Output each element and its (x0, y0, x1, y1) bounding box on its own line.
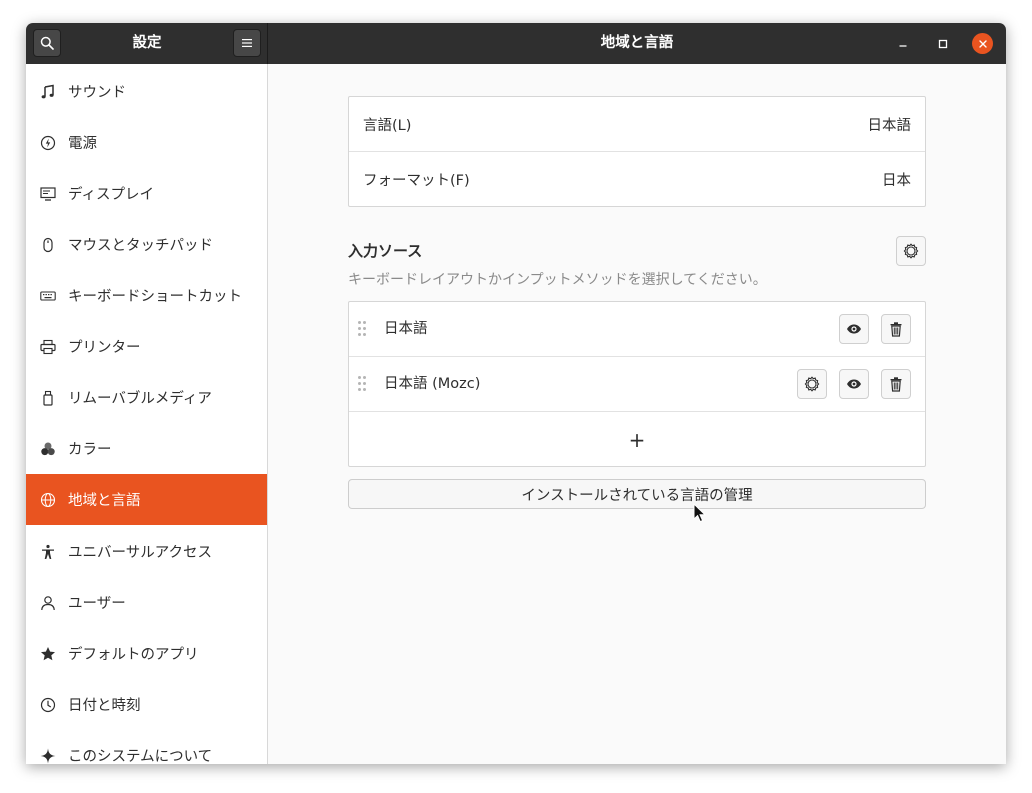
sidebar-item-label: プリンター (68, 340, 141, 356)
sidebar-item-mouse[interactable]: マウスとタッチパッド (26, 219, 267, 270)
maximize-icon (938, 39, 947, 48)
sidebar-item-printers[interactable]: プリンター (26, 321, 267, 372)
music-note-icon (40, 84, 56, 100)
formats-row[interactable]: フォーマット(F) 日本 (349, 152, 925, 207)
sparkle-icon (40, 748, 56, 764)
main-content: 言語(L) 日本語 フォーマット(F) 日本 入力ソース キーボードレイアウトか… (269, 64, 1006, 764)
input-source-label: 日本語 (Mozc) (384, 376, 481, 392)
list-item[interactable]: 日本語 (Mozc) (349, 357, 925, 412)
add-icon: + (628, 427, 646, 452)
sidebar-item-label: 電源 (68, 136, 97, 152)
input-sources-title: 入力ソース (348, 242, 423, 260)
minimize-button[interactable] (892, 33, 913, 54)
color-icon (40, 441, 56, 457)
sidebar-item-users[interactable]: ユーザー (26, 577, 267, 628)
sidebar-item-color[interactable]: カラー (26, 423, 267, 474)
settings-window: 設定 地域と言語 サウンド 電源 ディスプレイ マウスとタッチパッド キーボード… (26, 23, 1006, 764)
sidebar-item-label: キーボードショートカット (68, 289, 242, 305)
removable-media-icon (40, 390, 56, 406)
sidebar-item-label: 日付と時刻 (68, 698, 141, 714)
remove-input-source-button[interactable] (881, 369, 911, 399)
accessibility-icon (40, 544, 56, 560)
language-format-card: 言語(L) 日本語 フォーマット(F) 日本 (348, 96, 926, 207)
close-button[interactable] (972, 33, 993, 54)
minimize-icon (899, 44, 906, 47)
display-icon (40, 186, 56, 202)
mouse-cursor-icon (693, 503, 707, 523)
sidebar-item-label: サウンド (68, 85, 126, 101)
sidebar-title: 設定 (132, 35, 162, 51)
sidebar-item-region-language[interactable]: 地域と言語 (26, 474, 267, 525)
sidebar: サウンド 電源 ディスプレイ マウスとタッチパッド キーボードショートカット プ… (26, 64, 268, 764)
sidebar-item-keyboard[interactable]: キーボードショートカット (26, 270, 267, 321)
user-icon (40, 595, 56, 611)
clock-icon (40, 697, 56, 713)
sidebar-item-accessibility[interactable]: ユニバーサルアクセス (26, 526, 267, 577)
sidebar-header: 設定 (26, 23, 268, 64)
add-input-source-button[interactable]: + (349, 412, 925, 467)
sidebar-item-label: ユニバーサルアクセス (68, 545, 212, 561)
input-sources-subtitle: キーボードレイアウトかインプットメソッドを選択してください。 (348, 272, 767, 288)
sidebar-item-date-time[interactable]: 日付と時刻 (26, 679, 267, 730)
sidebar-item-sound[interactable]: サウンド (26, 66, 267, 117)
star-icon (40, 646, 56, 662)
formats-value: 日本 (882, 173, 911, 189)
sidebar-item-default-apps[interactable]: デフォルトのアプリ (26, 628, 267, 679)
remove-input-source-button[interactable] (881, 314, 911, 344)
sidebar-item-about[interactable]: このシステムについて (26, 730, 267, 764)
gear-icon (903, 243, 919, 259)
sidebar-item-label: 地域と言語 (68, 493, 141, 509)
sidebar-item-label: ディスプレイ (68, 187, 154, 203)
input-source-label: 日本語 (384, 321, 428, 337)
trash-icon (890, 377, 902, 392)
hamburger-menu-icon (242, 39, 252, 47)
search-icon (40, 36, 54, 50)
sidebar-item-display[interactable]: ディスプレイ (26, 168, 267, 219)
language-label: 言語(L) (363, 117, 412, 134)
input-source-settings-button[interactable] (797, 369, 827, 399)
language-row[interactable]: 言語(L) 日本語 (349, 97, 925, 152)
titlebar: 設定 地域と言語 (26, 23, 1006, 64)
eye-icon (847, 324, 861, 334)
power-icon (40, 135, 56, 151)
sidebar-item-power[interactable]: 電源 (26, 117, 267, 168)
input-sources-list: 日本語 日本語 (Mozc) + (348, 301, 926, 467)
keyboard-icon (40, 288, 56, 304)
sidebar-item-label: リムーバブルメディア (68, 391, 212, 407)
sidebar-item-label: ユーザー (68, 596, 126, 612)
language-value: 日本語 (867, 117, 912, 134)
menu-button[interactable] (233, 29, 261, 57)
maximize-button[interactable] (932, 33, 953, 54)
sidebar-item-removable-media[interactable]: リムーバブルメディア (26, 372, 267, 423)
gear-icon (804, 376, 820, 392)
list-item[interactable]: 日本語 (349, 302, 925, 357)
sidebar-item-label: マウスとタッチパッド (68, 238, 213, 254)
sidebar-item-label: デフォルトのアプリ (68, 647, 199, 663)
sidebar-item-label: カラー (68, 442, 112, 458)
preview-layout-button[interactable] (839, 314, 869, 344)
eye-icon (847, 379, 861, 389)
preview-layout-button[interactable] (839, 369, 869, 399)
sidebar-item-label: このシステムについて (68, 749, 213, 764)
mouse-icon (40, 237, 56, 253)
formats-label: フォーマット(F) (363, 173, 470, 189)
input-sources-options-button[interactable] (896, 236, 926, 266)
manage-installed-languages-button[interactable]: インストールされている言語の管理 (348, 479, 926, 509)
printer-icon (40, 339, 56, 355)
globe-icon (40, 492, 56, 508)
drag-handle-icon[interactable] (358, 376, 366, 392)
trash-icon (890, 322, 902, 337)
drag-handle-icon[interactable] (358, 321, 366, 337)
close-icon (978, 39, 987, 48)
